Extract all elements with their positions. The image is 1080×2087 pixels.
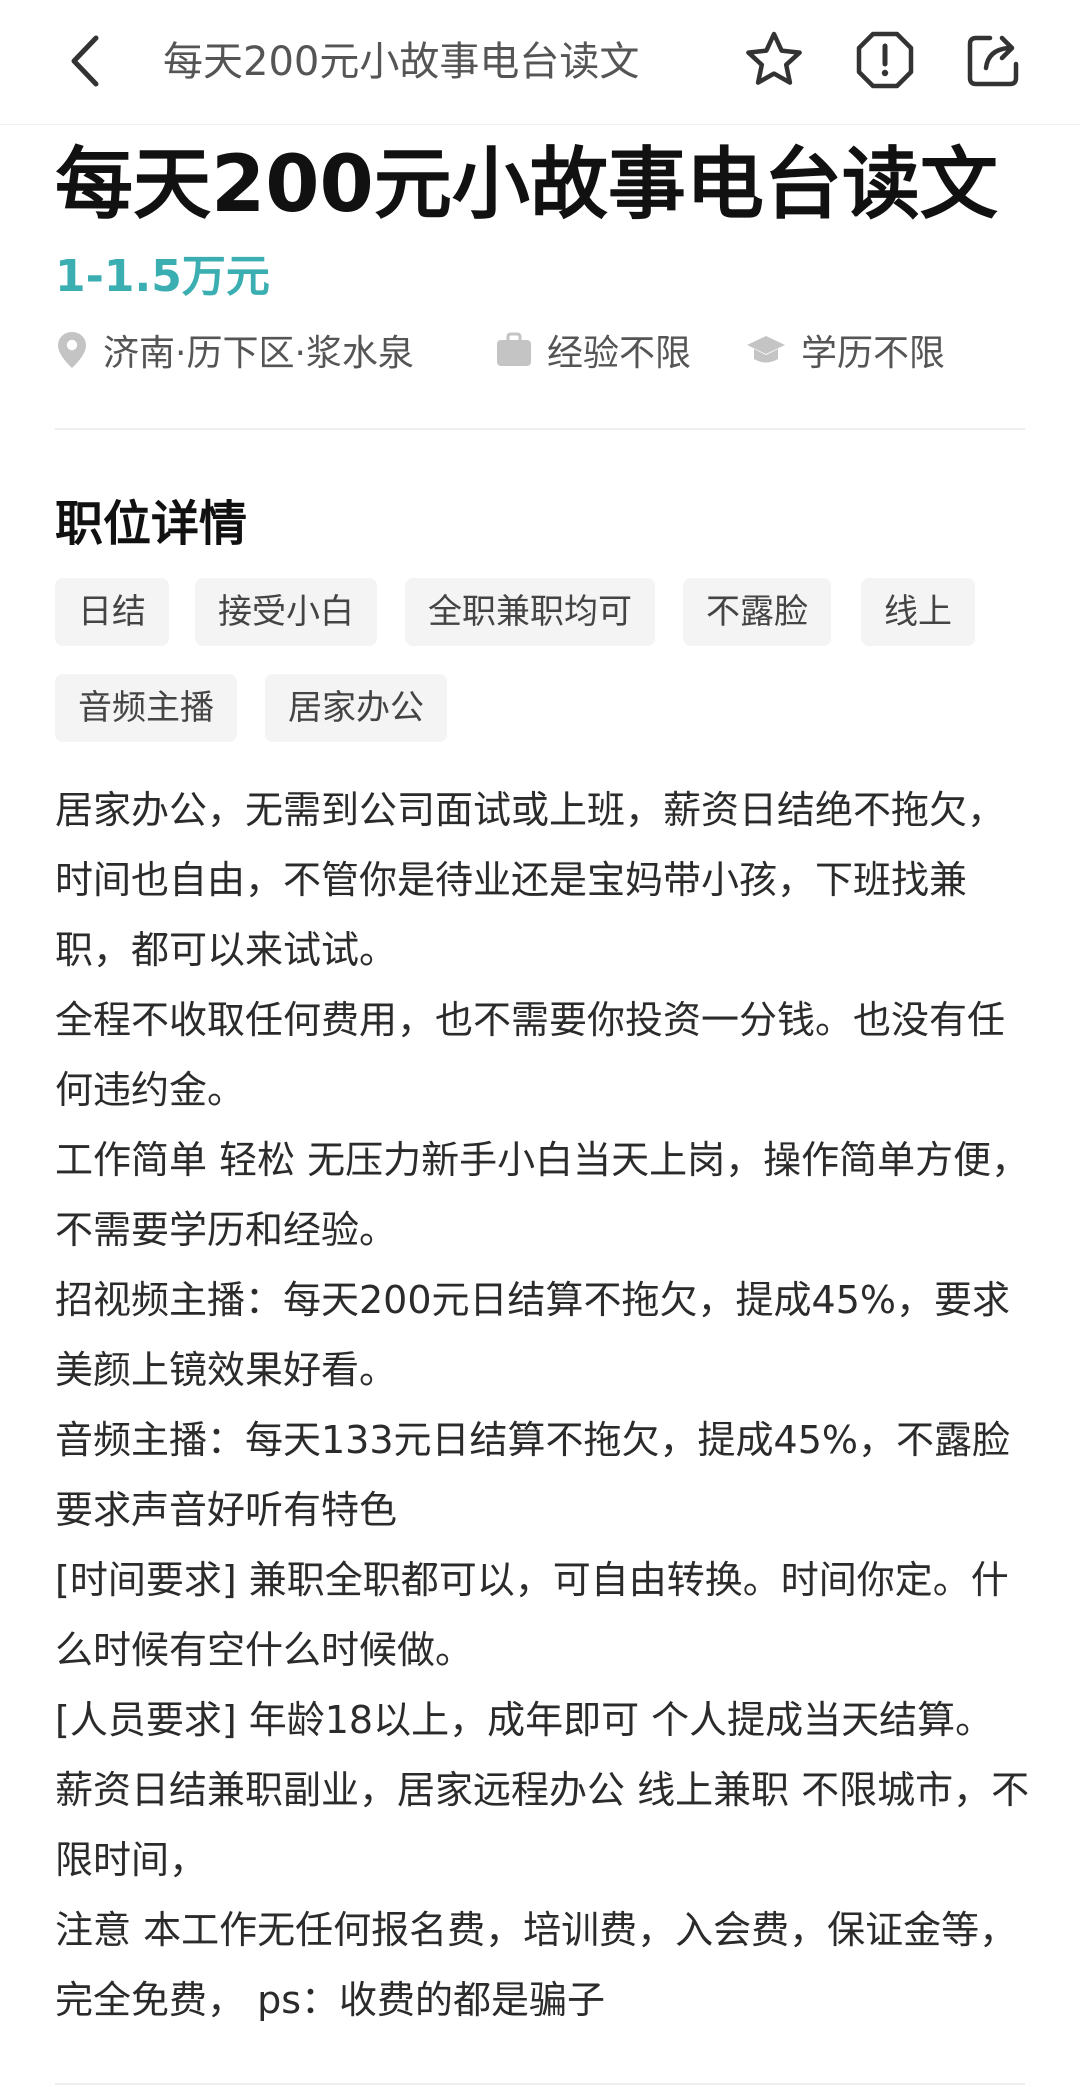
report-button[interactable] [853, 28, 917, 92]
tag-audio-host: 音频主播 [55, 674, 237, 742]
location-item: 济南·历下区·浆水泉 [55, 322, 414, 378]
top-nav-bar: 每天200元小故事电台读文 [0, 0, 1080, 125]
job-description: 居家办公，无需到公司面试或上班，薪资日结绝不拖欠，时间也自由，不管你是待业还是宝… [55, 775, 1035, 2035]
education-item: 学历不限 [745, 322, 945, 378]
salary: 1-1.5万元 [55, 251, 270, 302]
divider [55, 428, 1025, 430]
tag-online: 线上 [861, 578, 975, 646]
description-paragraph: 注意 本工作无任何报名费，培训费，入会费，保证金等，完全免费， ps：收费的都是… [55, 1908, 1018, 2022]
job-meta-row: 济南·历下区·浆水泉 经验不限 学历不限 [55, 322, 1055, 378]
description-paragraph: 工作简单 轻松 无压力新手小白当天上岗，操作简单方便，不需要学历和经验。 [55, 1138, 1030, 1252]
divider [55, 2083, 1025, 2085]
tag-beginner-ok: 接受小白 [195, 578, 377, 646]
tag-daily-pay: 日结 [55, 578, 169, 646]
description-paragraph: 招视频主播：每天200元日结算不拖欠，提成45%，要求美颜上镜效果好看。 [55, 1278, 1010, 1392]
briefcase-icon [497, 332, 531, 366]
alert-icon [856, 31, 914, 89]
tag-no-face: 不露脸 [683, 578, 831, 646]
experience-item: 经验不限 [495, 322, 691, 378]
education-text: 学历不限 [801, 333, 946, 374]
share-button[interactable] [962, 28, 1026, 92]
tag-work-from-home: 居家办公 [265, 674, 447, 742]
description-paragraph: 居家办公，无需到公司面试或上班，薪资日结绝不拖欠，时间也自由，不管你是待业还是宝… [55, 788, 1006, 972]
back-icon [71, 35, 99, 87]
favorite-button[interactable] [742, 28, 806, 92]
description-paragraph: 音频主播：每天133元日结算不拖欠，提成45%，不露脸要求声音好听有特色 [55, 1418, 1010, 1532]
experience-text: 经验不限 [547, 333, 692, 374]
nav-title: 每天200元小故事电台读文 [163, 39, 640, 85]
description-paragraph: [时间要求] 兼职全职都可以，可自由转换。时间你定。什么时候有空什么时候做。 [55, 1558, 1009, 1672]
back-button[interactable] [60, 28, 116, 94]
share-icon [967, 35, 1019, 87]
description-paragraph: [人员要求] 年龄18以上，成年即可 个人提成当天结算。 薪资日结兼职副业，居家… [55, 1698, 1030, 1882]
section-title-job-details: 职位详情 [55, 496, 248, 552]
location-pin-icon [58, 332, 86, 368]
location-text: 济南·历下区·浆水泉 [103, 333, 414, 374]
description-paragraph: 全程不收取任何费用，也不需要你投资一分钱。也没有任何违约金。 [55, 998, 1006, 1112]
tag-fulltime-parttime: 全职兼职均可 [405, 578, 655, 646]
star-icon [746, 31, 802, 85]
graduation-cap-icon [747, 336, 785, 363]
job-title: 每天200元小故事电台读文 [55, 140, 998, 230]
